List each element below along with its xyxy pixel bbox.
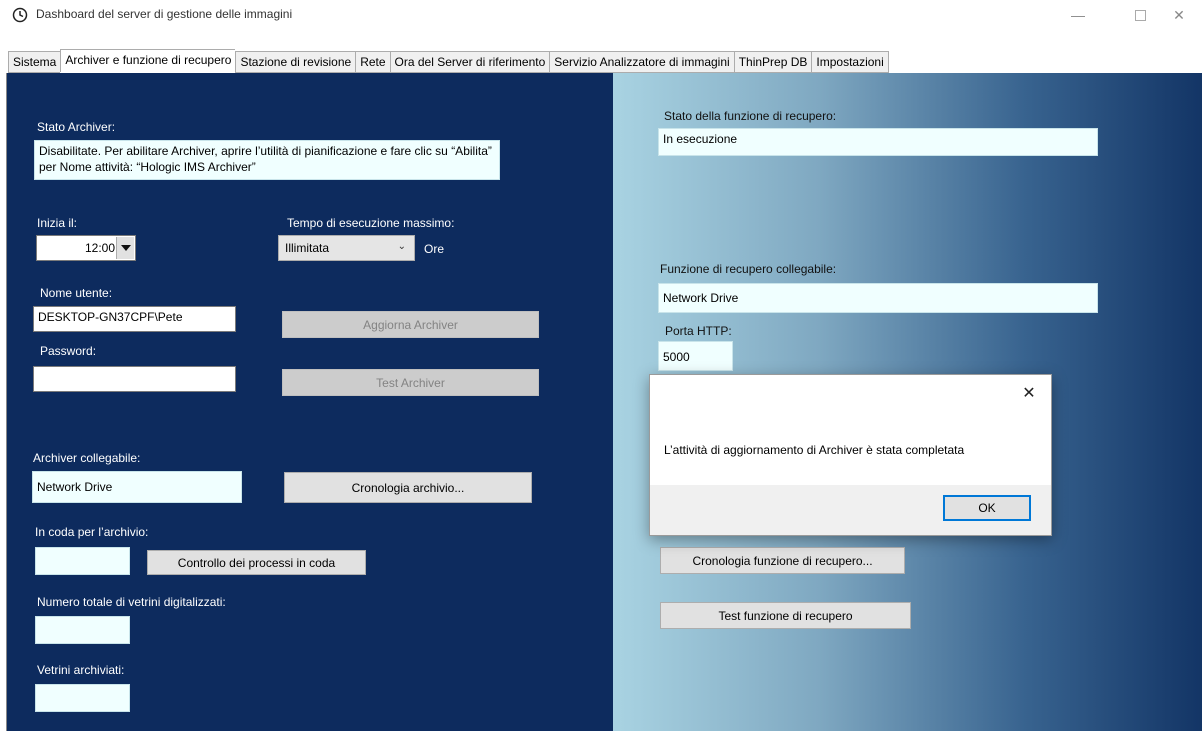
dialog-footer: OK xyxy=(650,485,1051,535)
inizia-time-value: 12:00 xyxy=(84,241,115,255)
tab-rete[interactable]: Rete xyxy=(355,51,390,73)
stato-recupero-field: In esecuzione xyxy=(658,128,1098,156)
ok-button[interactable]: OK xyxy=(943,495,1031,521)
stato-recupero-label: Stato della funzione di recupero: xyxy=(664,109,837,123)
minimize-button[interactable]: — xyxy=(1055,0,1101,30)
aggiorna-archiver-button[interactable]: Aggiorna Archiver xyxy=(282,311,539,338)
numero-totale-field xyxy=(35,616,130,644)
dialog-message: L’attività di aggiornamento di Archiver … xyxy=(664,443,965,457)
vetrini-archiviati-label: Vetrini archiviati: xyxy=(37,663,125,677)
porta-http-field: 5000 xyxy=(658,341,733,371)
funzione-collegabile-field: Network Drive xyxy=(658,283,1098,313)
title-bar: Dashboard del server di gestione delle i… xyxy=(0,0,1202,30)
porta-http-label: Porta HTTP: xyxy=(665,324,732,338)
cronologia-recupero-button[interactable]: Cronologia funzione di recupero... xyxy=(660,547,905,574)
stato-archiver-label: Stato Archiver: xyxy=(37,120,116,134)
ore-label: Ore xyxy=(424,242,445,256)
close-icon: ✕ xyxy=(1022,385,1036,402)
chevron-down-icon[interactable] xyxy=(116,237,134,259)
tab-sistema[interactable]: Sistema xyxy=(8,51,61,73)
tab-stazione-revisione[interactable]: Stazione di revisione xyxy=(235,51,356,73)
tempo-label: Tempo di esecuzione massimo: xyxy=(287,216,455,230)
tab-thinprep-db[interactable]: ThinPrep DB xyxy=(733,51,812,73)
archiver-collegabile-label: Archiver collegabile: xyxy=(33,451,141,465)
tab-ora-server[interactable]: Ora del Server di riferimento xyxy=(389,51,550,73)
maximize-icon xyxy=(1134,9,1146,21)
tempo-select[interactable]: Illimitata ⌄ xyxy=(278,235,415,261)
test-recupero-button[interactable]: Test funzione di recupero xyxy=(660,602,911,629)
numero-totale-label: Numero totale di vetrini digitalizzati: xyxy=(37,595,226,609)
chevron-down-icon: ⌄ xyxy=(397,241,406,252)
test-archiver-button[interactable]: Test Archiver xyxy=(282,369,539,396)
inizia-label: Inizia il: xyxy=(37,216,78,230)
password-label: Password: xyxy=(40,344,97,358)
minimize-icon: — xyxy=(1071,7,1085,23)
tab-servizio-analizzatore[interactable]: Servizio Analizzatore di immagini xyxy=(549,51,734,73)
clock-icon xyxy=(12,7,28,23)
completion-dialog: ✕ L’attività di aggiornamento di Archive… xyxy=(649,374,1052,536)
in-coda-field xyxy=(35,547,130,575)
cronologia-archivio-button[interactable]: Cronologia archivio... xyxy=(284,472,532,503)
tab-impostazioni[interactable]: Impostazioni xyxy=(811,51,889,73)
password-input[interactable] xyxy=(33,366,236,392)
archiver-panel: Stato Archiver: Disabilitate. Per abilit… xyxy=(7,73,613,731)
vetrini-archiviati-field xyxy=(35,684,130,712)
archiver-collegabile-field: Network Drive xyxy=(32,471,242,503)
nome-utente-input[interactable]: DESKTOP-GN37CPF\Pete xyxy=(33,306,236,332)
funzione-collegabile-label: Funzione di recupero collegabile: xyxy=(660,262,837,276)
close-button[interactable]: ✕ xyxy=(1156,0,1202,30)
stato-archiver-field: Disabilitate. Per abilitare Archiver, ap… xyxy=(34,140,500,180)
controllo-processi-button[interactable]: Controllo dei processi in coda xyxy=(147,550,366,575)
tab-archiver[interactable]: Archiver e funzione di recupero xyxy=(60,49,236,72)
nome-utente-label: Nome utente: xyxy=(40,286,113,300)
window-title: Dashboard del server di gestione delle i… xyxy=(36,7,293,21)
tempo-value: Illimitata xyxy=(285,241,330,255)
close-icon: ✕ xyxy=(1173,6,1185,23)
dialog-close-button[interactable]: ✕ xyxy=(1019,383,1039,403)
tab-bar: Sistema Archiver e funzione di recupero … xyxy=(8,49,889,73)
in-coda-label: In coda per l’archivio: xyxy=(35,525,149,539)
inizia-time-picker[interactable]: 12:00 xyxy=(36,235,136,261)
